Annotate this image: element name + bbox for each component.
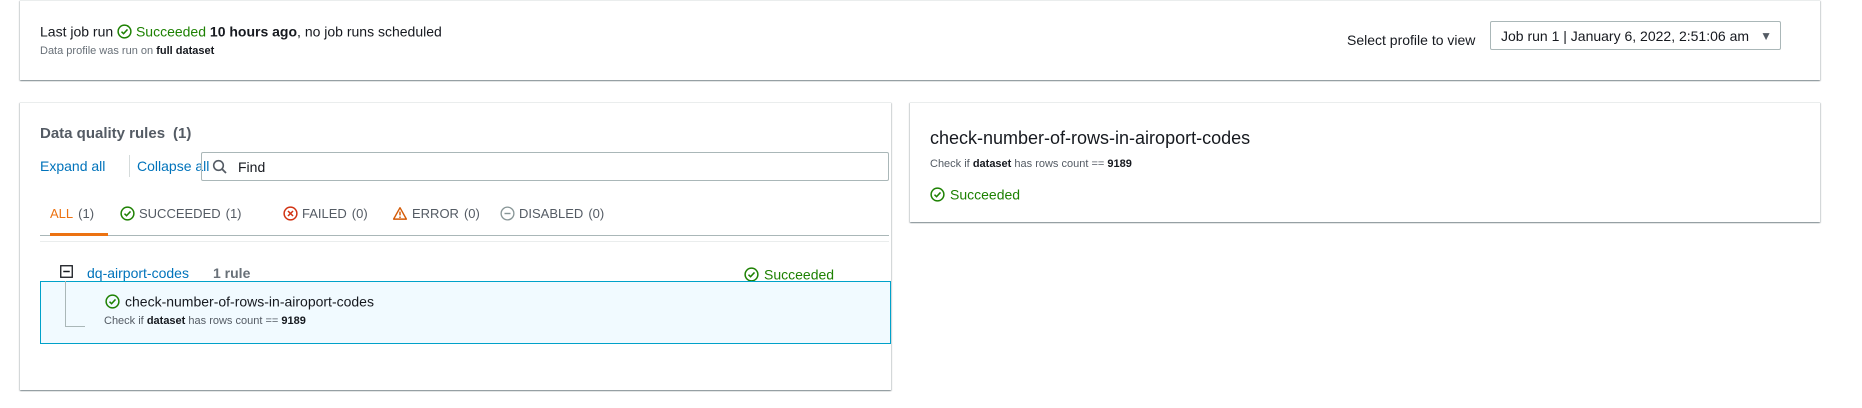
- status-tabs: ALL (1) SUCCEEDED (1) FAILED (0) ERROR (…: [40, 199, 889, 236]
- detail-desc-prefix: Check if: [930, 158, 970, 170]
- dataset-value: full dataset: [156, 45, 215, 57]
- rule-desc-prefix: Check if: [104, 315, 144, 327]
- divider: [40, 241, 889, 242]
- tab-error-label: ERROR: [412, 206, 459, 222]
- rule-title: check-number-of-rows-in-airoport-codes: [105, 292, 374, 309]
- rule-detail-status: Succeeded: [930, 185, 1020, 202]
- rule-row-selected[interactable]: check-number-of-rows-in-airoport-codes C…: [40, 281, 891, 344]
- check-circle-icon: [744, 267, 759, 282]
- rules-panel: Data quality rules (1) Expand all Collaps…: [20, 102, 891, 390]
- profile-select-label: Select profile to view: [1347, 32, 1476, 48]
- warning-triangle-icon: [392, 207, 408, 220]
- rule-detail-title: check-number-of-rows-in-airoport-codes: [930, 128, 1251, 148]
- rule-group-status: Succeeded: [744, 265, 834, 282]
- rules-count: (1): [173, 125, 192, 142]
- search-input-value: Find: [238, 159, 266, 175]
- tree-connector: [65, 281, 66, 326]
- profile-selected-value: Job run 1 | January 6, 2022, 2:51:06 am: [1501, 28, 1750, 44]
- tab-failed-count: (0): [351, 206, 368, 222]
- search-input[interactable]: Find: [201, 152, 889, 181]
- schedule-text: , no job runs scheduled: [297, 23, 442, 40]
- tab-disabled-count: (0): [588, 206, 605, 222]
- minus-circle-icon: [500, 206, 515, 221]
- rules-title-text: Data quality rules: [40, 125, 166, 142]
- detail-desc-subject: dataset: [972, 158, 1012, 170]
- last-job-run-label: Last job run: [40, 23, 114, 40]
- rule-group-name[interactable]: dq-airport-codes: [87, 265, 189, 281]
- collapse-all-link[interactable]: Collapse all: [137, 158, 209, 174]
- last-job-time: 10 hours ago: [209, 23, 298, 40]
- rule-detail-panel: check-number-of-rows-in-airoport-codes C…: [910, 102, 1820, 222]
- last-job-status: Succeeded: [135, 23, 207, 40]
- tab-failed-label: FAILED: [302, 206, 347, 222]
- minus-square-icon[interactable]: [60, 265, 73, 278]
- rule-group-count: 1 rule: [213, 265, 251, 281]
- rule-description: Check if dataset has rows count == 9189: [104, 315, 306, 327]
- tree-connector: [65, 326, 85, 327]
- check-circle-icon: [105, 294, 120, 309]
- tab-succeeded-count: (1): [225, 206, 242, 222]
- search-icon: [212, 159, 227, 174]
- rules-panel-title: Data quality rules (1): [40, 125, 191, 142]
- rule-detail-status-text: Succeeded: [950, 186, 1021, 203]
- check-circle-icon: [120, 206, 135, 221]
- check-circle-icon: [930, 187, 945, 202]
- tab-disabled-label: DISABLED: [519, 206, 584, 222]
- rule-desc-subject: dataset: [146, 315, 186, 327]
- tab-succeeded-label: SUCCEEDED: [139, 206, 221, 222]
- caret-down-icon: ▼: [1760, 29, 1772, 43]
- detail-desc-middle: has rows count ==: [1014, 158, 1105, 170]
- tab-all-count: (1): [78, 206, 95, 222]
- dataset-info: Data profile was run on full dataset: [40, 45, 214, 57]
- divider: [129, 155, 130, 177]
- detail-desc-value: 9189: [1107, 158, 1132, 170]
- rule-desc-middle: has rows count ==: [188, 315, 279, 327]
- rule-detail-description: Check if dataset has rows count == 9189: [930, 158, 1132, 170]
- x-circle-icon: [283, 206, 298, 221]
- rule-name: check-number-of-rows-in-airoport-codes: [125, 293, 374, 310]
- profile-select[interactable]: Job run 1 | January 6, 2022, 2:51:06 am …: [1490, 21, 1781, 50]
- rule-group-status-text: Succeeded: [764, 266, 835, 283]
- dataset-prefix: Data profile was run on: [40, 45, 154, 57]
- tab-all-label: ALL: [50, 206, 74, 222]
- tab-error-count: (0): [463, 206, 480, 222]
- job-run-summary-card: Last job run Succeeded 10 hours ago, no …: [20, 0, 1820, 80]
- check-circle-icon: [117, 24, 132, 39]
- expand-all-link[interactable]: Expand all: [40, 158, 105, 174]
- rule-desc-value: 9189: [281, 315, 306, 327]
- last-job-run: Last job run Succeeded 10 hours ago, no …: [40, 22, 442, 39]
